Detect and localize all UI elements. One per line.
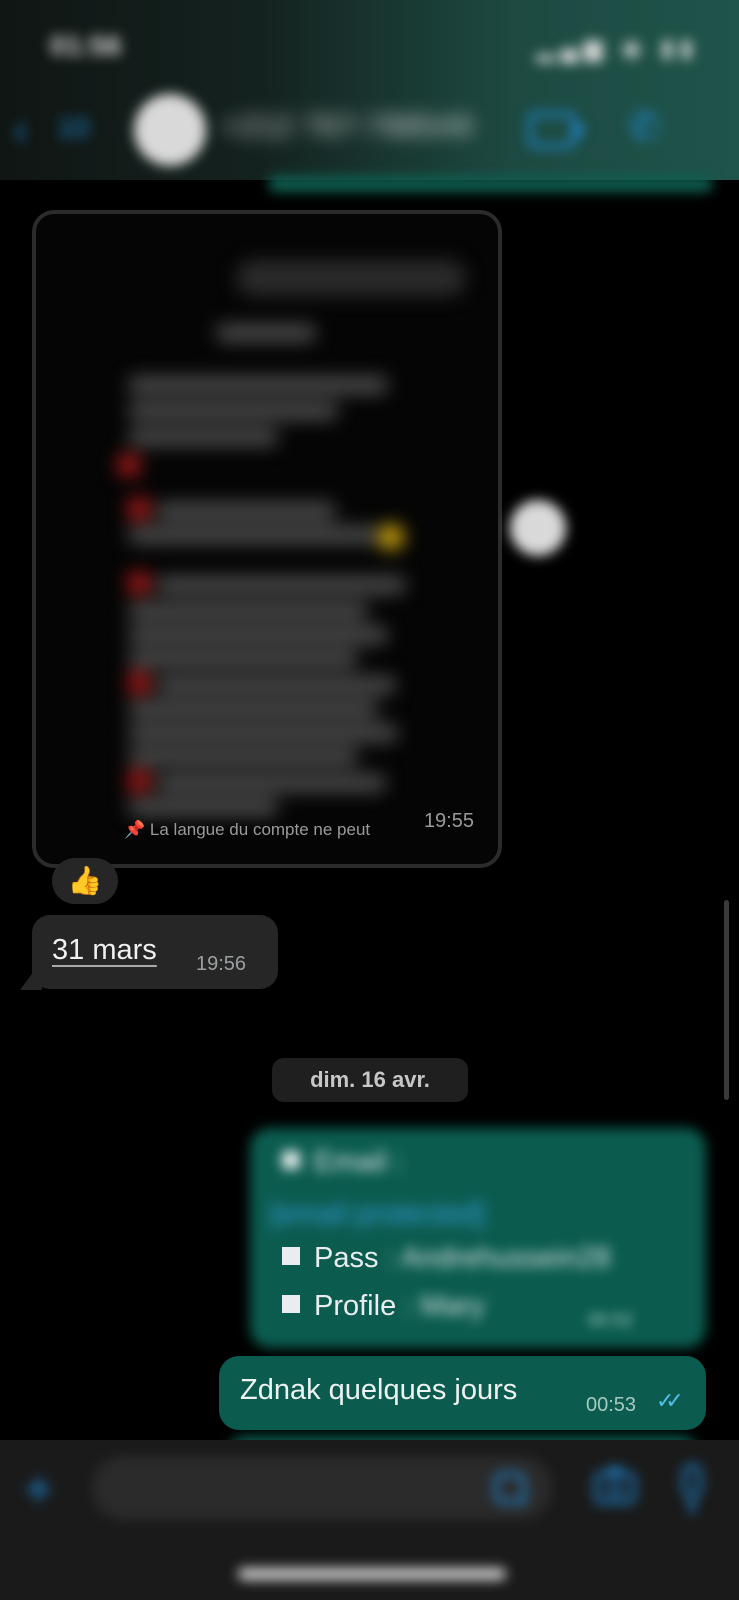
image-caption-line: 📌 La langue du compte ne peut — [124, 820, 370, 840]
profile-label: Profile — [314, 1290, 397, 1322]
back-count[interactable]: 10 — [58, 112, 89, 144]
contact-name[interactable]: +212 767-788549 — [222, 110, 473, 144]
received-message-text[interactable]: 31 mars — [52, 934, 157, 967]
email-link[interactable]: [email protected] — [270, 1198, 484, 1231]
attach-plus-icon[interactable]: + — [24, 1464, 53, 1514]
list-item-pass: Pass : Andrehussein28 — [282, 1242, 611, 1275]
status-bar: 01:56 ▂▄▆ ◉ ▮▮ — [0, 0, 739, 90]
received-message-time: 19:56 — [196, 953, 247, 975]
thumbs-up-icon: 👍 — [67, 865, 103, 896]
image-message[interactable]: 📌 La langue du compte ne peut 19:55 — [32, 210, 502, 868]
list-item-profile: Profile : Mary — [282, 1290, 485, 1323]
contact-avatar[interactable] — [134, 94, 206, 166]
sticker-icon[interactable] — [494, 1472, 526, 1504]
pin-icon: 📌 — [124, 820, 146, 839]
pass-label: Pass — [314, 1242, 379, 1274]
signal-wifi-battery-icon: ▂▄▆ ◉ ▮▮ — [536, 35, 699, 62]
message-time: 19:55 — [423, 810, 474, 832]
pass-value: : Andrehussein28 — [386, 1242, 611, 1274]
microphone-stand — [689, 1500, 695, 1512]
image-visible-text: La langue du compte ne peut — [149, 820, 371, 839]
sent-message-time: 00:53 — [586, 1394, 637, 1416]
image-content — [36, 214, 498, 864]
list-item-email: Email : — [282, 1146, 403, 1179]
email-label: Email : — [314, 1146, 403, 1178]
back-chevron-icon[interactable]: ‹ — [14, 108, 27, 153]
date-separator: dim. 16 avr. — [272, 1058, 468, 1102]
reaction-badge[interactable]: 👍 — [52, 858, 118, 904]
status-time: 01:56 — [50, 30, 122, 61]
microphone-icon[interactable] — [682, 1464, 702, 1498]
home-indicator[interactable] — [238, 1568, 506, 1580]
scrollbar[interactable] — [724, 900, 729, 1100]
message-input[interactable] — [92, 1456, 552, 1520]
sent-message-text[interactable]: Zdnak quelques jours — [240, 1374, 517, 1407]
video-call-icon[interactable] — [528, 112, 586, 148]
read-receipt-icon: ✓✓ — [656, 1388, 684, 1413]
profile-value: : Mary — [404, 1290, 485, 1322]
forward-icon[interactable] — [510, 500, 566, 556]
header-strip — [268, 176, 713, 192]
camera-icon[interactable] — [594, 1467, 636, 1504]
phone-call-icon[interactable]: ✆ — [628, 104, 662, 150]
sent-message-time: 00:52 — [588, 1310, 634, 1330]
